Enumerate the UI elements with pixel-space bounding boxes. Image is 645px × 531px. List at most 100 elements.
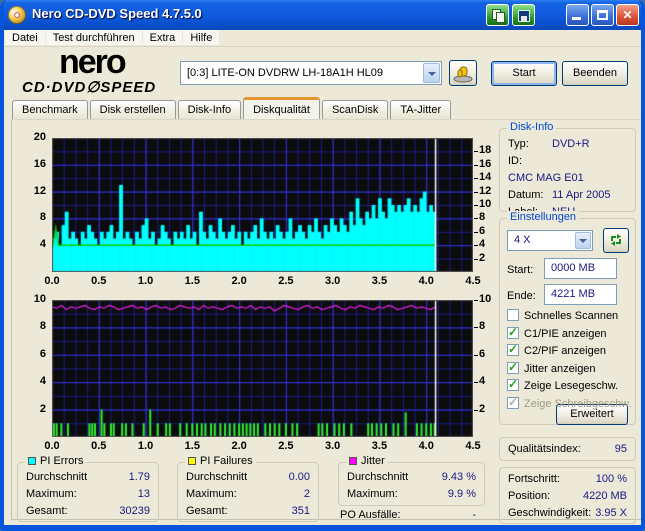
x-axis-label: 1.5 [184,440,200,452]
chevron-down-icon [579,239,587,247]
x-axis-label: 2.5 [278,440,294,452]
end-mb-input[interactable]: 4221 MB [544,284,617,305]
checkbox-box[interactable]: ✓ [507,377,519,391]
check-icon: ✓ [508,359,519,374]
checkbox-label: C2/PIF anzeigen [524,345,606,357]
y-axis-right-label: 14 [479,171,492,184]
maximize-icon [597,10,608,20]
x-axis-label: 0.5 [91,275,107,287]
tab-scandisk[interactable]: ScanDisk [321,100,389,119]
menu-item-extra[interactable]: Extra [142,30,183,45]
tab-benchmark[interactable]: Benchmark [12,100,88,119]
tab-diskqualit-t[interactable]: Diskqualität [243,97,320,119]
quality-index-box: Qualitätsindex: 95 [499,437,636,461]
y-axis-right-label: 12 [479,184,492,197]
stat-label: Maximum: [347,488,398,500]
start-mb-input[interactable]: 0000 MB [544,258,617,279]
speed-select[interactable]: 4 X [507,230,593,251]
eject-button[interactable] [449,60,477,86]
checkbox-box[interactable]: ✓ [507,342,519,356]
drive-select-value: [0:3] LITE-ON DVDRW LH-18A1H HL09 [187,67,384,79]
y-axis-label: 20 [33,131,46,143]
quit-button[interactable]: Beenden [562,61,628,86]
axis-tick [474,409,478,411]
stat-value: 351 [291,505,310,517]
stat-label: Durchschnitt [347,471,409,483]
y-axis-label: 12 [33,184,46,197]
checkbox-c2-pif-anzeigen[interactable]: ✓ C2/PIF anzeigen [507,342,606,358]
tab-ta-jitter[interactable]: TA-Jitter [390,100,452,119]
stat-label: Gesamt: [186,505,228,517]
checkbox-zeige-schreibgeschw-: ✓ Zeige Schreibgeschw. [507,395,632,411]
checkbox-jitter-anzeigen[interactable]: ✓ Jitter anzeigen [507,359,596,376]
speed-select-value: 4 X [514,234,531,246]
stat-value: 4220 MB [582,490,627,502]
copy-button[interactable] [486,4,509,26]
menu-item-hilfe[interactable]: Hilfe [183,30,220,45]
x-axis-label: 3.5 [371,275,388,287]
close-button[interactable]: ✕ [616,4,639,26]
y-axis-right-label: 16 [479,157,492,170]
x-axis-label: 4.5 [465,440,481,452]
y-axis-label: 4 [39,375,46,388]
stat-row: Durchschnitt 0.00 [186,469,310,486]
end-mb-label: Ende: [507,290,536,302]
tab-disk-info[interactable]: Disk-Info [177,100,242,119]
checkbox-label: Zeige Schreibgeschw. [524,397,632,410]
stat-row: Gesamt: 351 [186,503,310,520]
pi-errors-stats-box: PI Errors Durchschnitt 1.79 Maximum: 13 Gesa… [17,455,159,522]
checkbox-c1-pie-anzeigen[interactable]: ✓ C1/PIE anzeigen [507,325,607,341]
x-axis-label: 3.5 [371,440,388,452]
stat-label: Typ: [508,138,529,150]
y-axis-label: 10 [33,293,46,305]
x-axis-label: 4.5 [465,275,481,287]
eject-hand-icon [453,66,473,83]
x-axis-label: 2.0 [231,440,247,452]
stat-value: 0.00 [288,471,310,483]
stat-label: Maximum: [26,488,77,500]
y-axis-label: 6 [39,347,46,360]
checkbox-box[interactable]: ✓ [507,359,519,374]
y-axis-right-label: 8 [479,211,486,224]
stat-value: 1.79 [128,471,150,483]
app-window: Nero CD-DVD Speed 4.7.5.0 ✕ Datei Test du… [0,0,645,531]
x-axis-label: 0.0 [44,275,60,287]
drive-select[interactable]: [0:3] LITE-ON DVDRW LH-18A1H HL09 [180,61,442,85]
stat-row: Durchschnitt 1.79 [26,469,150,486]
y-axis-right-label: 8 [479,320,486,333]
stat-row: Label:NEU [508,187,627,218]
stat-value: DVD+R [552,138,590,150]
x-axis-label: 1.0 [137,440,154,452]
quality-index-value: 95 [614,443,627,455]
x-axis-label: 2.5 [278,275,294,287]
start-button[interactable]: Start [491,61,557,86]
stat-label: Position: [508,490,551,502]
axis-tick [474,231,478,233]
maximize-button[interactable] [591,4,614,26]
stat-row: Geschwindigkeit: 3.95 X [508,505,627,522]
save-button[interactable] [512,4,535,26]
minimize-button[interactable] [566,4,589,26]
drive-select-arrow[interactable] [423,63,440,83]
title-bar: Nero CD-DVD Speed 4.7.5.0 ✕ [4,0,641,30]
checkbox-schnelles-scannen[interactable]: Schnelles Scannen [507,309,618,323]
speed-select-arrow[interactable] [575,232,591,249]
y-axis-right-label: 2 [479,251,486,264]
stat-value: 9.9 % [447,488,476,500]
axis-tick [474,245,478,247]
quality-index-label: Qualitätsindex: [508,443,581,455]
checkbox-zeige-lesegeschw-[interactable]: ✓ Zeige Lesegeschw. [507,377,618,393]
x-axis-label: 3.0 [325,275,341,287]
stat-label: Durchschnitt [186,471,248,483]
stat-value: 3.95 X [595,507,627,519]
tab-disk-erstellen[interactable]: Disk erstellen [89,100,176,119]
menu-item-datei[interactable]: Datei [5,30,45,45]
refresh-button[interactable] [603,228,629,253]
x-axis-label: 4.0 [418,440,434,452]
axis-tick [474,151,478,153]
checkbox-box[interactable]: ✓ [507,325,519,339]
stat-label: Maximum: [186,488,237,500]
checkbox-box[interactable] [507,309,519,321]
y-axis-label: 16 [33,157,46,170]
stat-label: Geschwindigkeit: [508,507,592,519]
